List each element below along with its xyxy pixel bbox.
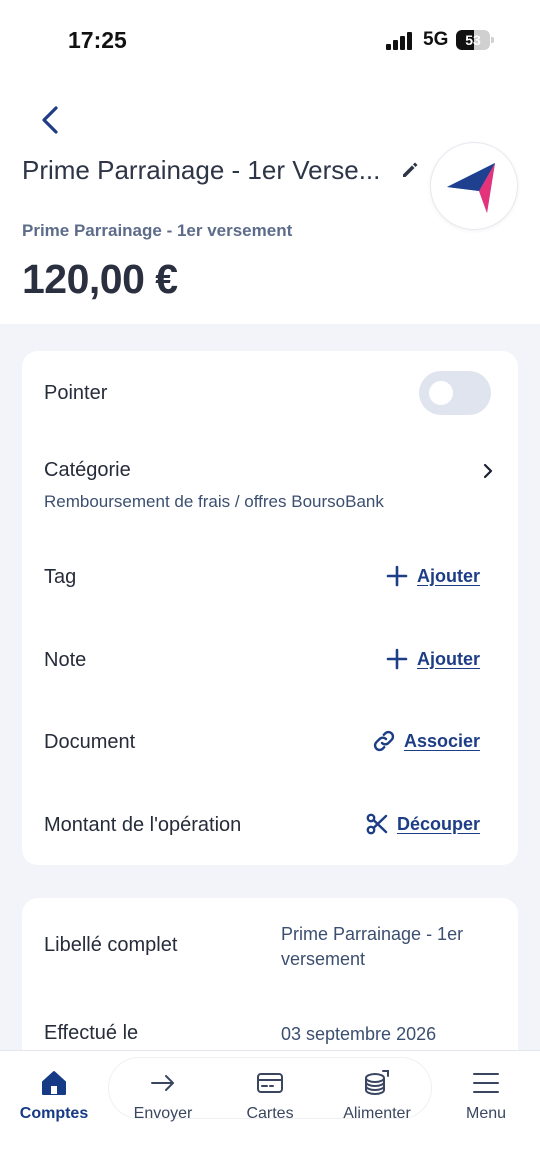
operation-settings-card: Pointer Catégorie Remboursement de frais… — [22, 351, 518, 865]
nav-label-cartes: Cartes — [246, 1105, 294, 1122]
back-chevron-icon[interactable] — [36, 100, 68, 140]
operation-subtitle: Prime Parrainage - 1er versement — [22, 221, 293, 240]
split-amount-button[interactable]: Découper — [365, 812, 480, 836]
nav-item-cartes[interactable]: Cartes — [220, 1059, 320, 1129]
pointer-label: Pointer — [44, 382, 108, 404]
add-tag-button[interactable]: Ajouter — [385, 564, 480, 588]
signal-icon — [386, 32, 412, 50]
status-time: 17:25 — [68, 27, 127, 53]
battery-icon: 53 — [456, 30, 494, 50]
plus-icon — [386, 565, 408, 587]
boursobank-logo-icon — [447, 163, 495, 213]
plus-icon — [386, 648, 408, 670]
nav-item-envoyer[interactable]: Envoyer — [113, 1059, 213, 1129]
status-bar: 17:25 5G 53 — [0, 0, 540, 80]
category-value: Remboursement de frais / offres BoursoBa… — [44, 492, 384, 511]
nav-label-comptes: Comptes — [19, 1105, 89, 1122]
pointer-toggle[interactable] — [419, 371, 491, 415]
nav-item-menu[interactable]: Menu — [436, 1059, 536, 1129]
tag-label: Tag — [44, 566, 77, 588]
link-icon — [373, 730, 395, 752]
add-tag-label: Ajouter — [417, 565, 480, 586]
card-icon — [257, 1073, 283, 1093]
pencil-icon[interactable] — [400, 160, 420, 180]
associate-document-button[interactable]: Associer — [372, 729, 480, 753]
date-label: Effectué le — [44, 1022, 139, 1044]
note-label: Note — [44, 649, 87, 671]
date-value: 03 septembre 2026 — [281, 1024, 437, 1044]
chevron-right-icon[interactable] — [480, 461, 496, 481]
full-label-value-line2: versement — [281, 949, 366, 969]
operation-amount: 120,00 € — [22, 256, 178, 302]
merchant-logo — [430, 142, 518, 230]
nav-item-comptes[interactable]: Comptes — [4, 1059, 104, 1129]
network-label: 5G — [423, 29, 449, 50]
full-label-label: Libellé complet — [44, 934, 178, 956]
menu-icon — [473, 1073, 499, 1093]
bottom-navigation: Comptes Envoyer Cartes Alimenter Menu — [0, 1050, 540, 1172]
operation-amount-label: Montant de l'opération — [44, 814, 242, 836]
add-note-label: Ajouter — [417, 648, 480, 669]
associate-document-label: Associer — [403, 730, 480, 751]
full-label-value: Prime Parrainage - 1er versement — [281, 922, 463, 972]
nav-item-alimenter[interactable]: Alimenter — [327, 1059, 427, 1129]
toggle-knob — [429, 381, 453, 405]
document-label: Document — [44, 731, 136, 753]
nav-label-alimenter: Alimenter — [343, 1105, 411, 1122]
home-icon — [42, 1071, 66, 1095]
scissors-icon — [366, 813, 388, 835]
add-note-button[interactable]: Ajouter — [385, 647, 480, 671]
category-label: Catégorie — [44, 459, 131, 481]
arrow-right-icon — [151, 1075, 174, 1091]
nav-label-envoyer: Envoyer — [133, 1105, 193, 1122]
full-label-value-line1: Prime Parrainage - 1er — [281, 924, 464, 944]
nav-label-menu: Menu — [465, 1105, 507, 1122]
page-title: Prime Parrainage - 1er Verse... — [22, 155, 381, 185]
coins-icon — [365, 1070, 389, 1096]
split-amount-label: Découper — [396, 813, 480, 834]
battery-level: 53 — [465, 32, 481, 48]
